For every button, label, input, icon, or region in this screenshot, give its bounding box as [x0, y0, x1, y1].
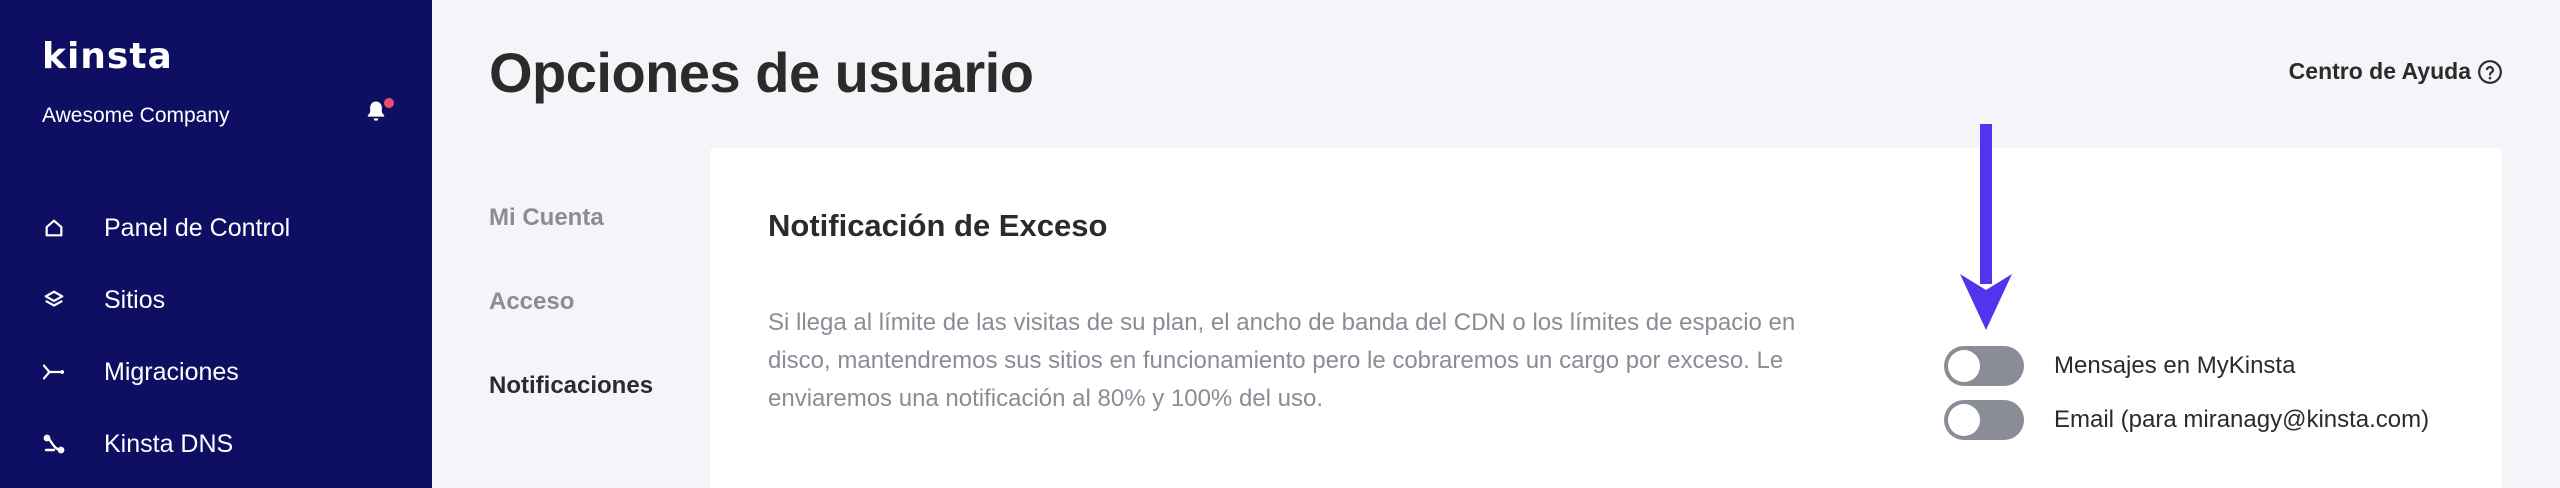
kinsta-logo[interactable]: kinsta	[42, 36, 173, 77]
toggle-email[interactable]	[1944, 400, 2024, 440]
help-center-link[interactable]: Centro de Ayuda	[2289, 58, 2503, 85]
annotation-arrow-icon	[1960, 124, 2012, 330]
card-description: Si llega al límite de las visitas de su …	[768, 309, 1796, 412]
help-center-label: Centro de Ayuda	[2288, 58, 2471, 84]
sidebar-nav: Panel de Control Sitios Migraciones Kins…	[0, 192, 432, 480]
notification-dot	[384, 98, 394, 108]
sidebar-item-sitios[interactable]: Sitios	[0, 264, 432, 336]
sidebar-item-panel-de-control[interactable]: Panel de Control	[0, 192, 432, 264]
toggle-mykinsta-messages[interactable]	[1944, 346, 2024, 386]
app-root: kinsta Awesome Company Panel de Control	[0, 0, 2560, 488]
sidebar-item-label: Kinsta DNS	[104, 429, 234, 458]
sidebar-item-label: Panel de Control	[104, 213, 291, 242]
toggle-label: Mensajes en MyKinsta	[2054, 352, 2296, 379]
toggle-knob	[1948, 350, 1980, 382]
question-circle-icon	[2478, 59, 2502, 84]
layers-icon	[42, 288, 66, 312]
sidebar-item-migraciones[interactable]: Migraciones	[0, 336, 432, 408]
toggle-knob	[1948, 404, 1980, 436]
toggle-row-email: Email (para miranagy@kinsta.com)	[1944, 400, 2429, 440]
page-title: Opciones de usuario	[489, 41, 1034, 104]
migration-icon	[42, 360, 66, 384]
card-title: Notificación de Exceso	[768, 208, 1108, 243]
sidebar-item-label: Sitios	[104, 285, 166, 314]
sidebar: kinsta Awesome Company Panel de Control	[0, 0, 432, 488]
company-name: Awesome Company	[42, 104, 230, 127]
sidebar-item-kinsta-dns[interactable]: Kinsta DNS	[0, 408, 432, 480]
toggle-label: Email (para miranagy@kinsta.com)	[2054, 406, 2430, 433]
toggle-row-mykinsta: Mensajes en MyKinsta	[1944, 346, 2295, 386]
subnav-item-acceso[interactable]: Acceso	[489, 280, 653, 364]
subnav-item-notificaciones[interactable]: Notificaciones	[489, 364, 653, 448]
home-icon	[42, 216, 66, 240]
dns-icon	[42, 432, 66, 456]
sidebar-item-label: Migraciones	[104, 357, 239, 386]
settings-subnav: Mi Cuenta Acceso Notificaciones	[489, 196, 653, 448]
subnav-item-mi-cuenta[interactable]: Mi Cuenta	[489, 196, 653, 280]
